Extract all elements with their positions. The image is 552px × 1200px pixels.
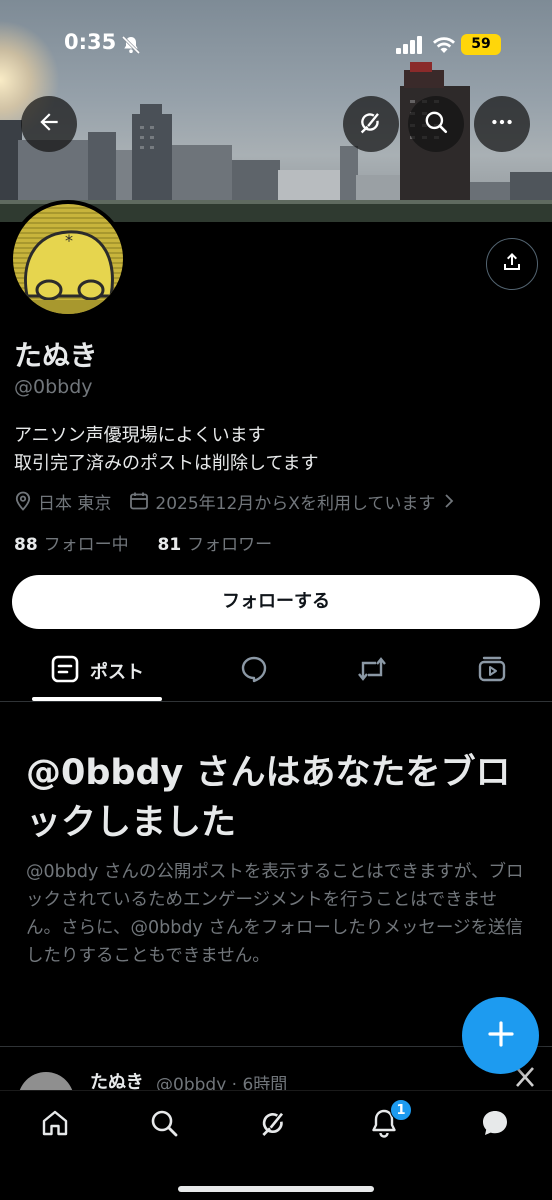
tab-posts-label: ポスト	[90, 662, 144, 683]
blocked-notice-description: @0bbdy さんの公開ポストを表示することはできますが、ブロックされているため…	[26, 862, 524, 966]
blocked-notice-title: @0bbdy さんはあなたをブロックしました	[26, 753, 511, 843]
profile-tabs: ポスト	[0, 642, 552, 702]
post-author-name: たぬき	[90, 1072, 144, 1090]
bio-line: 取引完了済みのポストは削除してます	[14, 453, 319, 474]
nav-home[interactable]	[33, 1103, 77, 1147]
nav-search[interactable]	[142, 1103, 186, 1147]
post-avatar[interactable]	[18, 1072, 74, 1090]
search-icon	[423, 109, 449, 139]
battery-icon: 59	[461, 34, 501, 55]
active-tab-indicator	[32, 697, 162, 701]
bottom-navigation: 1	[0, 1090, 552, 1200]
home-indicator	[178, 1186, 374, 1192]
bio-line: アニソン声優現場によくいます	[14, 425, 266, 446]
avatar-image: *	[13, 204, 123, 314]
followers-link[interactable]: 81 フォロワー	[157, 535, 272, 555]
signal-icon	[396, 36, 424, 58]
follow-button[interactable]: フォローする	[12, 575, 540, 629]
share-button[interactable]	[486, 238, 538, 290]
wifi-icon	[432, 35, 456, 59]
tab-replies[interactable]	[226, 642, 282, 700]
svg-text:*: *	[65, 231, 73, 250]
back-arrow-icon	[36, 109, 62, 139]
profile-bio: アニソン声優現場によくいます 取引完了済みのポストは削除してます	[14, 422, 319, 478]
nav-messages[interactable]	[473, 1103, 517, 1147]
messages-icon	[479, 1107, 511, 1143]
following-label: フォロー中	[43, 535, 129, 555]
tab-media[interactable]	[464, 642, 520, 700]
share-icon	[500, 250, 524, 278]
grok-button[interactable]	[343, 96, 399, 152]
search-button[interactable]	[408, 96, 464, 152]
compose-post-button[interactable]	[462, 997, 539, 1074]
status-bar: 0:35 59	[0, 0, 552, 90]
reply-icon	[239, 654, 269, 688]
repost-icon	[356, 654, 388, 688]
home-icon	[39, 1107, 71, 1143]
profile-joined[interactable]: 2025年12月からXを利用しています	[155, 489, 435, 514]
profile-display-name: たぬき	[14, 339, 98, 372]
notification-badge: 1	[390, 1099, 412, 1121]
location-pin-icon	[14, 491, 32, 511]
profile-location: 日本 東京	[38, 493, 112, 514]
post-meta: @0bbdy · 6時間	[156, 1075, 288, 1090]
following-link[interactable]: 88 フォロー中	[14, 535, 129, 555]
status-time: 0:35	[64, 30, 117, 54]
calendar-icon	[129, 491, 149, 511]
post-preview[interactable]: たぬき @0bbdy · 6時間	[0, 1066, 552, 1090]
followers-count: 81	[157, 535, 182, 555]
more-button[interactable]	[474, 96, 530, 152]
tab-posts[interactable]: ポスト	[32, 642, 162, 700]
chevron-right-icon[interactable]	[443, 493, 455, 509]
followers-label: フォロワー	[187, 535, 273, 555]
profile-handle: @0bbdy	[14, 376, 93, 398]
nav-grok[interactable]	[252, 1103, 296, 1147]
back-button[interactable]	[21, 96, 77, 152]
bell-slash-icon	[121, 35, 141, 59]
post-icon	[50, 654, 80, 688]
following-count: 88	[14, 535, 38, 555]
tab-reposts[interactable]	[344, 642, 400, 700]
avatar[interactable]: *	[9, 200, 127, 318]
follow-stats: 88 フォロー中 81 フォロワー	[14, 530, 272, 555]
media-icon	[477, 654, 507, 688]
search-icon	[148, 1107, 180, 1143]
profile-meta: 日本 東京 2025年12月からXを利用しています	[14, 488, 461, 514]
plus-icon	[486, 1019, 516, 1053]
grok-icon	[357, 108, 385, 140]
more-icon	[489, 109, 515, 139]
grok-icon	[258, 1107, 290, 1143]
